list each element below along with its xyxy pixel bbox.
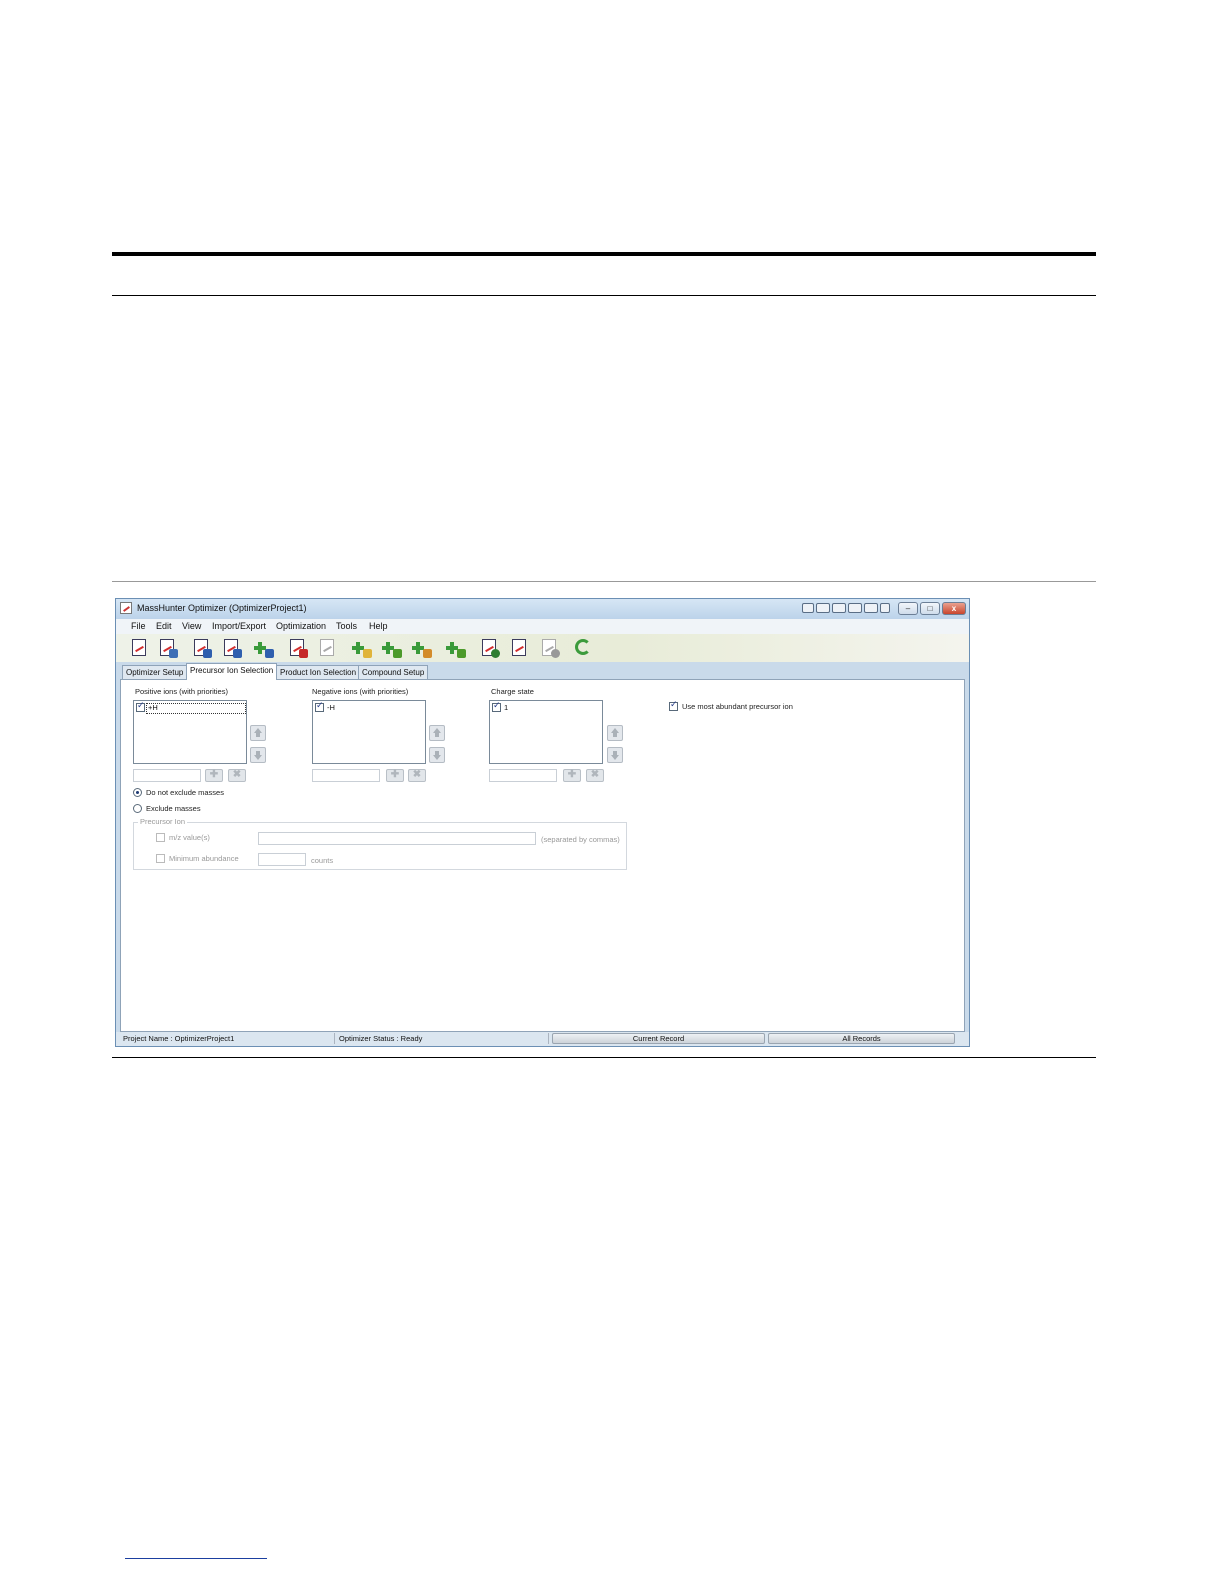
menu-bar: File Edit View Import/Export Optimizatio… <box>116 619 969 634</box>
screen-icon[interactable] <box>802 603 814 613</box>
minimize-button[interactable]: – <box>898 602 918 615</box>
panel-icon[interactable] <box>864 603 878 613</box>
charge-state-list[interactable]: 1 <box>489 700 603 764</box>
negative-item-label: -H <box>327 703 335 712</box>
tab-compound-setup[interactable]: Compound Setup <box>358 665 429 679</box>
negative-item-checkbox[interactable] <box>315 701 324 712</box>
close-button[interactable]: x <box>942 602 966 615</box>
add-m-icon[interactable] <box>446 638 466 658</box>
positive-ions-label: Positive ions (with priorities) <box>135 687 228 696</box>
menu-import-export[interactable]: Import/Export <box>212 621 266 631</box>
menu-optimization[interactable]: Optimization <box>276 621 326 631</box>
charge-remove-button[interactable]: ✖ <box>586 769 604 782</box>
exclude-masses-radio[interactable] <box>133 804 142 813</box>
add-method-icon[interactable] <box>382 638 402 658</box>
window-title: MassHunter Optimizer (OptimizerProject1) <box>137 603 307 613</box>
tab-optimizer-setup[interactable]: Optimizer Setup <box>122 665 188 679</box>
use-most-abundant-checkbox[interactable] <box>669 700 678 711</box>
minimum-abundance-label: Minimum abundance <box>169 854 239 863</box>
tab-product-ion-selection[interactable]: Product Ion Selection <box>276 665 361 679</box>
negative-move-down-button[interactable] <box>429 747 445 763</box>
positive-ion-input[interactable] <box>133 769 201 782</box>
tab-area: Optimizer Setup Precursor Ion Selection … <box>120 663 965 1032</box>
menu-edit[interactable]: Edit <box>156 621 172 631</box>
negative-remove-button[interactable]: ✖ <box>408 769 426 782</box>
menu-file[interactable]: File <box>131 621 146 631</box>
do-not-exclude-label: Do not exclude masses <box>146 788 224 797</box>
current-record-button[interactable]: Current Record <box>552 1033 765 1044</box>
toolbar <box>116 634 969 662</box>
refresh-icon[interactable] <box>574 638 594 658</box>
positive-ions-list[interactable]: +H <box>133 700 247 764</box>
menu-help[interactable]: Help <box>369 621 388 631</box>
add-table-icon[interactable] <box>412 638 432 658</box>
precursor-panel: Positive ions (with priorities) +H ✚ ✖ N… <box>120 679 965 1032</box>
positive-move-up-button[interactable] <box>250 725 266 741</box>
precursor-ion-group-title: Precursor Ion <box>138 817 188 826</box>
eye-icon[interactable] <box>816 603 830 613</box>
screen-end-icon[interactable] <box>880 603 890 613</box>
positive-item-checkbox[interactable] <box>136 701 145 712</box>
charge-state-label: Charge state <box>491 687 534 696</box>
charge-item-checkbox[interactable] <box>492 701 501 712</box>
project-name-status: Project Name : OptimizerProject1 <box>123 1034 235 1043</box>
negative-move-up-button[interactable] <box>429 725 445 741</box>
menu-tools[interactable]: Tools <box>336 621 357 631</box>
add-save-icon[interactable] <box>254 638 274 658</box>
charge-item-label: 1 <box>504 703 509 712</box>
minimum-abundance-input[interactable] <box>258 853 306 866</box>
footnote-rule <box>125 1558 267 1559</box>
status-separator <box>334 1033 335 1044</box>
mz-values-input[interactable] <box>258 832 536 845</box>
positive-move-down-button[interactable] <box>250 747 266 763</box>
app-window: MassHunter Optimizer (OptimizerProject1)… <box>115 598 970 1047</box>
header-rule-thin <box>112 295 1096 296</box>
figure-top-rule <box>112 581 1096 582</box>
mz-values-label: m/z value(s) <box>169 833 210 842</box>
optimizer-status: Optimizer Status : Ready <box>339 1034 423 1043</box>
negative-ions-label: Negative ions (with priorities) <box>312 687 409 696</box>
status-separator <box>548 1033 549 1044</box>
charge-add-button[interactable]: ✚ <box>563 769 581 782</box>
charge-move-up-button[interactable] <box>607 725 623 741</box>
exclude-masses-label: Exclude masses <box>146 804 201 813</box>
mz-values-hint: (separated by commas) <box>541 835 620 844</box>
minimum-abundance-checkbox[interactable] <box>156 854 165 863</box>
positive-item-label: +H <box>148 703 158 712</box>
save-as-icon[interactable] <box>222 638 242 658</box>
delete-icon[interactable] <box>288 638 308 658</box>
do-not-exclude-radio[interactable] <box>133 788 142 797</box>
copy-icon[interactable] <box>318 638 338 658</box>
counts-label: counts <box>311 856 334 865</box>
layout-icon[interactable] <box>848 603 862 613</box>
positive-add-button[interactable]: ✚ <box>205 769 223 782</box>
stop-icon[interactable] <box>540 638 560 658</box>
print-icon[interactable] <box>832 603 846 613</box>
negative-ions-list[interactable]: -H <box>312 700 426 764</box>
title-bar: MassHunter Optimizer (OptimizerProject1)… <box>116 599 969 619</box>
mz-values-checkbox[interactable] <box>156 833 165 842</box>
tab-precursor-ion-selection[interactable]: Precursor Ion Selection <box>186 663 278 680</box>
charge-state-input[interactable] <box>489 769 557 782</box>
status-bar: Project Name : OptimizerProject1 Optimiz… <box>116 1032 969 1046</box>
menu-view[interactable]: View <box>182 621 201 631</box>
maximize-button[interactable]: □ <box>920 602 940 615</box>
save-icon[interactable] <box>192 638 212 658</box>
open-icon[interactable] <box>158 638 178 658</box>
use-most-abundant-label: Use most abundant precursor ion <box>682 702 793 711</box>
negative-add-button[interactable]: ✚ <box>386 769 404 782</box>
chromatogram-icon[interactable] <box>510 638 530 658</box>
negative-ion-input[interactable] <box>312 769 380 782</box>
header-rule-thick <box>112 252 1096 256</box>
run-icon[interactable] <box>480 638 500 658</box>
charge-move-down-button[interactable] <box>607 747 623 763</box>
app-icon <box>120 602 132 614</box>
add-list-icon[interactable] <box>352 638 372 658</box>
focus-rect <box>146 703 246 714</box>
all-records-button[interactable]: All Records <box>768 1033 955 1044</box>
method-icon[interactable] <box>130 638 150 658</box>
figure-bottom-rule <box>112 1057 1096 1058</box>
positive-remove-button[interactable]: ✖ <box>228 769 246 782</box>
